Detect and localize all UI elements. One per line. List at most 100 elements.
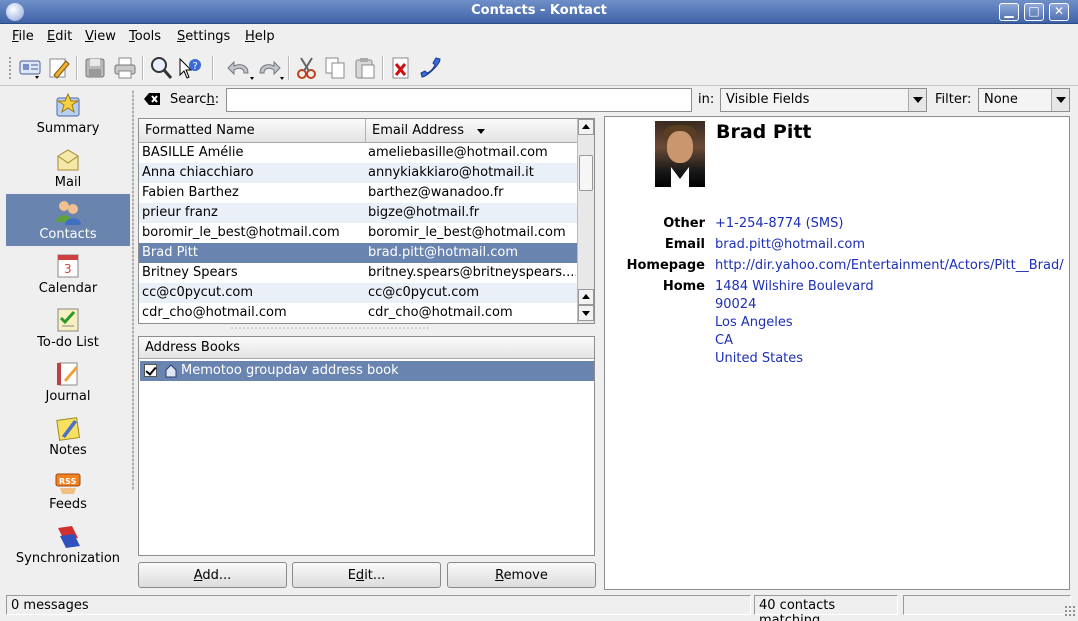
address-books-header: Address Books bbox=[139, 337, 594, 359]
sidebar-splitter[interactable] bbox=[132, 90, 134, 490]
table-row[interactable]: Britney Spears britney.spears@britneyspea… bbox=[139, 263, 579, 283]
save-icon[interactable] bbox=[82, 55, 108, 81]
remove-button[interactable]: Remove bbox=[447, 562, 596, 588]
svg-text:RSS: RSS bbox=[59, 477, 77, 486]
search-input[interactable] bbox=[226, 88, 692, 112]
undo-icon[interactable] bbox=[226, 55, 254, 81]
redo-icon[interactable] bbox=[256, 55, 284, 81]
menu-edit[interactable]: Edit bbox=[47, 29, 72, 44]
cut-scissors-icon[interactable] bbox=[294, 55, 320, 81]
add-button[interactable]: Add... bbox=[138, 562, 287, 588]
scrollbar-thumb[interactable] bbox=[579, 155, 593, 191]
status-extra bbox=[903, 595, 1071, 615]
scroll-up-button[interactable] bbox=[578, 119, 594, 135]
window-title: Contacts - Kontact bbox=[471, 3, 607, 18]
filter-label: Filter: bbox=[935, 92, 972, 107]
contact-list-scrollbar[interactable] bbox=[577, 119, 594, 323]
whats-this-help-icon[interactable]: ? bbox=[176, 55, 202, 81]
statusbar: 0 messages 40 contacts matching bbox=[0, 594, 1078, 621]
table-row[interactable]: cdr_cho@hotmail.com cdr_cho@hotmail.com bbox=[139, 303, 579, 323]
contacts-people-icon bbox=[54, 198, 82, 226]
contact-details-panel: Brad Pitt Other +1-254-8774 (SMS) Email … bbox=[604, 116, 1070, 590]
search-field-select[interactable]: Visible Fields bbox=[720, 88, 927, 112]
copy-icon[interactable] bbox=[322, 55, 348, 81]
print-icon[interactable] bbox=[112, 55, 138, 81]
sidebar-item-feeds[interactable]: RSS Feeds bbox=[6, 464, 130, 516]
sidebar-item-calendar[interactable]: 3 Calendar bbox=[6, 248, 130, 300]
sidebar-item-journal[interactable]: Journal bbox=[6, 356, 130, 408]
column-email-address[interactable]: Email Address bbox=[366, 119, 579, 143]
table-row[interactable]: cc@c0pycut.com cc@c0pycut.com bbox=[139, 283, 579, 303]
other-phone-value[interactable]: +1-254-8774 (SMS) bbox=[715, 216, 843, 231]
menu-view[interactable]: View bbox=[85, 29, 116, 44]
svg-text:?: ? bbox=[193, 61, 198, 72]
notes-icon bbox=[54, 414, 82, 442]
sidebar-item-contacts[interactable]: Contacts bbox=[6, 194, 130, 246]
todo-checklist-icon bbox=[54, 306, 82, 334]
toolbar-handle[interactable] bbox=[8, 56, 12, 80]
window-titlebar: Contacts - Kontact ▁ □ ✕ bbox=[0, 0, 1078, 24]
dial-phone-icon[interactable] bbox=[418, 55, 444, 81]
resize-grip[interactable] bbox=[1064, 605, 1076, 617]
summary-icon bbox=[54, 92, 82, 120]
column-formatted-name[interactable]: Formatted Name bbox=[139, 119, 366, 143]
table-row[interactable]: Fabien Barthez barthez@wanadoo.fr bbox=[139, 183, 579, 203]
table-row[interactable]: boromir_le_best@hotmail.com boromir_le_be… bbox=[139, 223, 579, 243]
menu-settings[interactable]: Settings bbox=[177, 29, 230, 44]
sort-descending-icon bbox=[477, 129, 485, 134]
homepage-link[interactable]: http://dir.yahoo.com/Entertainment/Actor… bbox=[715, 258, 1064, 273]
email-label: Email bbox=[664, 237, 705, 252]
menubar: File Edit View Tools Settings Help bbox=[0, 25, 1078, 49]
email-link[interactable]: brad.pitt@hotmail.com bbox=[715, 237, 865, 252]
address-book-item[interactable]: Memotoo groupdav address book bbox=[140, 361, 594, 381]
mail-icon bbox=[54, 146, 82, 174]
table-row[interactable]: Anna chiacchiaro annykiakkiaro@hotmail.it bbox=[139, 163, 579, 183]
edit-pencil-icon[interactable] bbox=[46, 55, 72, 81]
table-row[interactable]: prieur franz bigze@hotmail.fr bbox=[139, 203, 579, 223]
scroll-down-button[interactable] bbox=[578, 305, 594, 321]
home-address-line[interactable]: CA bbox=[715, 333, 733, 348]
menu-help[interactable]: Help bbox=[245, 29, 275, 44]
sidebar-item-mail[interactable]: Mail bbox=[6, 142, 130, 194]
home-address-line[interactable]: 1484 Wilshire Boulevard bbox=[715, 279, 874, 294]
address-books-panel: Address Books Memotoo groupdav address b… bbox=[138, 336, 595, 556]
home-address-line[interactable]: United States bbox=[715, 351, 803, 366]
contact-list[interactable]: Formatted Name Email Address BASILLE Amé… bbox=[138, 118, 595, 324]
menu-tools[interactable]: Tools bbox=[129, 29, 161, 44]
find-magnifier-icon[interactable] bbox=[148, 55, 174, 81]
calendar-icon: 3 bbox=[54, 252, 82, 280]
menu-file[interactable]: File bbox=[12, 29, 34, 44]
maximize-button[interactable]: □ bbox=[1024, 3, 1044, 21]
home-address-line[interactable]: Los Angeles bbox=[715, 315, 793, 330]
filter-select[interactable]: None bbox=[978, 88, 1070, 112]
sidebar-item-notes[interactable]: Notes bbox=[6, 410, 130, 462]
chevron-down-icon[interactable] bbox=[1051, 89, 1069, 111]
scroll-up-button[interactable] bbox=[578, 289, 594, 305]
main-toolbar: ? bbox=[0, 50, 1078, 86]
other-phone-label: Other bbox=[663, 216, 705, 231]
component-sidebar: Summary Mail Contacts 3 Calendar To-do L… bbox=[6, 88, 130, 592]
contact-name: Brad Pitt bbox=[716, 121, 812, 143]
status-messages: 0 messages bbox=[6, 595, 751, 615]
home-address-line[interactable]: 90024 bbox=[715, 297, 756, 312]
table-row-selected[interactable]: Brad Pitt brad.pitt@hotmail.com bbox=[139, 243, 579, 263]
delete-contact-icon[interactable] bbox=[388, 55, 414, 81]
clear-search-icon[interactable] bbox=[143, 92, 161, 106]
paste-icon[interactable] bbox=[352, 55, 378, 81]
close-window-button[interactable]: ✕ bbox=[1049, 3, 1069, 21]
status-contacts-matching: 40 contacts matching bbox=[754, 595, 898, 621]
table-row[interactable]: BASILLE Amélie ameliebasille@hotmail.com bbox=[139, 143, 579, 163]
contact-photo bbox=[655, 121, 705, 187]
journal-icon bbox=[54, 360, 82, 388]
address-book-checkbox[interactable] bbox=[144, 364, 157, 377]
new-contact-icon[interactable] bbox=[18, 55, 44, 81]
minimize-button[interactable]: ▁ bbox=[999, 3, 1019, 21]
search-label: Search: bbox=[170, 92, 220, 107]
sidebar-item-todo-list[interactable]: To-do List bbox=[6, 302, 130, 354]
list-splitter[interactable] bbox=[230, 327, 430, 329]
edit-button[interactable]: Edit... bbox=[292, 562, 441, 588]
chevron-down-icon[interactable] bbox=[908, 89, 926, 111]
sidebar-item-summary[interactable]: Summary bbox=[6, 88, 130, 140]
rss-feeds-icon: RSS bbox=[54, 468, 82, 496]
sidebar-item-synchronization[interactable]: Synchronization bbox=[6, 518, 130, 570]
